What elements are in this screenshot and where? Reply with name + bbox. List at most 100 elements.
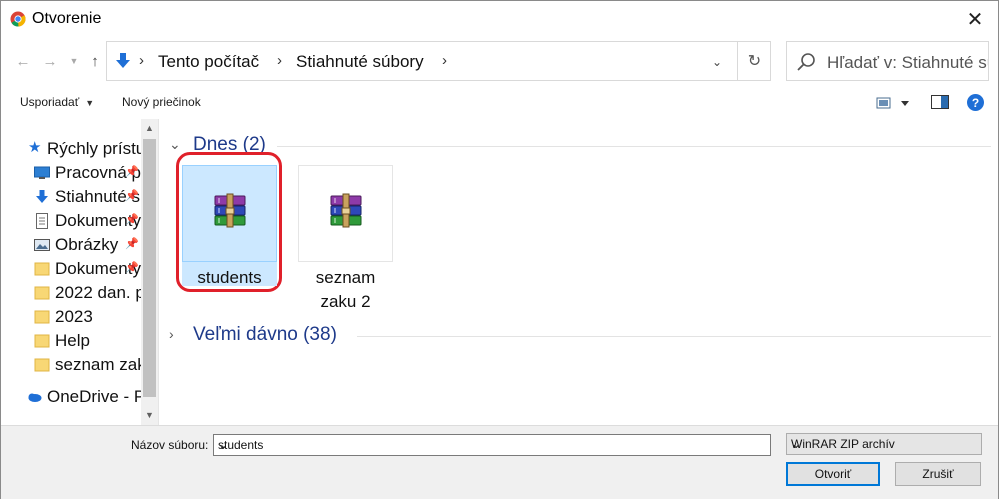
chevron-right-icon: › — [442, 52, 447, 69]
chevron-down-icon[interactable]: ⌄ — [218, 438, 766, 452]
open-button[interactable]: Otvoriť — [786, 462, 880, 486]
nav-item-folder-help[interactable]: Help — [1, 329, 141, 353]
scroll-down-icon[interactable]: ▼ — [141, 406, 158, 423]
organize-label: Usporiadať — [20, 95, 80, 109]
close-icon: ✕ — [966, 8, 984, 31]
nav-item-label: seznam zaku — [55, 355, 141, 374]
nav-item-documents[interactable]: Dokumenty 📌 — [1, 209, 141, 233]
search-input[interactable]: Hľadať v: Stiahnuté súbory — [786, 41, 989, 81]
file-name: students — [197, 268, 262, 287]
refresh-button[interactable]: ↻ — [737, 42, 771, 80]
open-dialog: Otvorenie ✕ ← → ▼ ↑ › Tento počítač › St… — [0, 0, 999, 499]
new-folder-button[interactable]: Nový priečinok — [122, 95, 201, 109]
command-bar: Usporiadať ▼ Nový priečinok ? — [1, 87, 998, 117]
download-arrow-icon — [116, 53, 130, 68]
desktop-icon — [34, 166, 50, 179]
open-label: Otvoriť — [814, 467, 852, 481]
filename-field[interactable]: students ⌄ — [213, 434, 771, 456]
address-dropdown-button[interactable]: ⌄ — [704, 51, 730, 73]
new-folder-label: Nový priečinok — [122, 95, 201, 109]
close-button[interactable]: ✕ — [952, 1, 998, 37]
nav-item-onedrive[interactable]: OneDrive - Personal — [1, 385, 141, 409]
group-divider — [277, 146, 991, 147]
change-view-button[interactable] — [875, 95, 915, 111]
dialog-footer: Názov súboru: students ⌄ WinRAR ZIP arch… — [1, 425, 998, 499]
forward-button[interactable]: → — [40, 51, 60, 71]
nav-item-folder-2022[interactable]: 2022 dan. p — [1, 281, 141, 305]
nav-item-folder-seznam[interactable]: seznam zaku — [1, 353, 141, 377]
address-bar[interactable]: › Tento počítač › Stiahnuté súbory › ⌄ ↻ — [106, 41, 771, 81]
pin-icon: 📌 — [125, 214, 139, 226]
group-header-long-ago[interactable]: › Veľmi dávno (38) — [169, 322, 991, 348]
group-label: Veľmi dávno (38) — [193, 324, 337, 345]
filetype-select[interactable]: WinRAR ZIP archív ⌄ — [786, 433, 982, 455]
nav-item-label: Help — [55, 331, 90, 350]
pin-icon: 📌 — [125, 166, 139, 178]
help-button[interactable]: ? — [967, 94, 984, 111]
file-list: ⌄ Dnes (2) students seznam zaku 2 › Veľm… — [161, 119, 998, 425]
download-arrow-icon — [36, 190, 48, 203]
chevron-down-icon: ⌄ — [711, 55, 723, 69]
folder-icon — [34, 358, 50, 372]
pin-icon: 📌 — [125, 262, 139, 274]
chevron-down-icon: ⌄ — [791, 437, 802, 451]
arrow-left-icon: ← — [15, 52, 31, 70]
folder-icon — [34, 310, 50, 324]
chevron-down-icon: ▼ — [69, 56, 79, 66]
back-button[interactable]: ← — [13, 51, 33, 71]
preview-pane-icon — [931, 95, 949, 109]
nav-pane-scrollbar[interactable]: ▲ ▼ — [141, 119, 158, 425]
nav-item-label: 2023 — [55, 307, 93, 326]
file-name: seznam zaku 2 — [315, 268, 376, 311]
winrar-archive-icon — [330, 193, 362, 228]
nav-item-label: 2022 dan. p — [55, 283, 141, 302]
nav-item-label: OneDrive - Personal — [47, 387, 141, 406]
pictures-icon — [34, 239, 50, 251]
document-icon — [36, 213, 48, 229]
group-header-today[interactable]: ⌄ Dnes (2) — [169, 132, 991, 158]
breadcrumb-downloads[interactable]: Stiahnuté súbory — [296, 52, 424, 72]
up-button[interactable]: ↑ — [85, 51, 105, 71]
nav-item-downloads[interactable]: Stiahnuté súbory 📌 — [1, 185, 141, 209]
search-placeholder: Hľadať v: Stiahnuté súbory — [827, 53, 988, 72]
filename-label: Názov súboru: — [131, 438, 209, 452]
folder-icon — [34, 334, 50, 348]
breadcrumb-this-pc[interactable]: Tento počítač — [158, 52, 259, 72]
arrow-up-icon: ↑ — [91, 52, 99, 70]
scroll-up-icon[interactable]: ▲ — [141, 119, 158, 136]
pin-icon: 📌 — [125, 238, 139, 250]
arrow-right-icon: → — [42, 52, 58, 70]
refresh-icon: ↻ — [747, 53, 762, 70]
nav-item-label: Obrázky — [55, 235, 119, 254]
caret-down-icon: ▼ — [85, 98, 95, 108]
cloud-icon — [28, 393, 42, 402]
chevron-right-icon: › — [277, 52, 282, 69]
preview-pane-button[interactable] — [931, 95, 949, 109]
nav-item-desktop[interactable]: Pracovná plocha 📌 — [1, 161, 141, 185]
search-icon — [797, 53, 815, 71]
navigation-row: ← → ▼ ↑ › Tento počítač › Stiahnuté súbo… — [1, 41, 998, 83]
winrar-archive-icon — [214, 193, 246, 228]
chevron-right-icon: › — [169, 326, 174, 342]
nav-item-folder-documents[interactable]: Dokumenty 📌 — [1, 257, 141, 281]
nav-item-folder-2023[interactable]: 2023 — [1, 305, 141, 329]
scrollbar-thumb[interactable] — [143, 139, 156, 397]
nav-item-pictures[interactable]: Obrázky 📌 — [1, 233, 141, 257]
recent-locations-button[interactable]: ▼ — [64, 51, 84, 71]
pin-icon: 📌 — [125, 190, 139, 202]
navigation-pane: ★ Rýchly prístup Pracovná plocha 📌 Stiah… — [1, 119, 159, 425]
nav-item-label: Rýchly prístup — [47, 139, 141, 158]
nav-item-quick-access[interactable]: ★ Rýchly prístup — [1, 137, 141, 161]
chevron-right-icon: › — [139, 52, 144, 69]
help-icon: ? — [971, 95, 980, 110]
cancel-button[interactable]: Zrušiť — [895, 462, 981, 486]
group-divider — [357, 336, 991, 337]
title-bar: Otvorenie ✕ — [1, 1, 998, 37]
organize-button[interactable]: Usporiadať ▼ — [20, 95, 94, 109]
folder-icon — [34, 286, 50, 300]
chrome-icon — [10, 11, 26, 27]
star-icon: ★ — [28, 139, 42, 156]
view-options-icon — [876, 97, 909, 109]
window-title: Otvorenie — [32, 10, 102, 27]
folder-icon — [34, 262, 50, 276]
